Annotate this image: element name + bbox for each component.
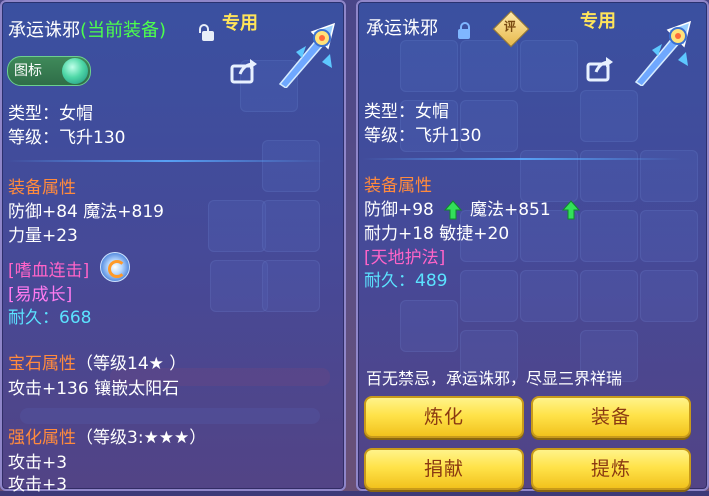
compare-item-name: 承运诛邪 [366,18,438,39]
durability: 耐久：668 [8,307,91,329]
item-type: 类型：女帽 [8,104,93,124]
lock-open-icon[interactable] [199,24,214,41]
durability-label: 耐久： [8,308,59,328]
compare-durability: 耐久：489 [364,270,447,292]
equip-attr-heading: 装备属性 [8,178,76,198]
refine-button[interactable]: 炼化 [364,396,524,438]
up-arrow-icon [562,200,580,220]
compare-attr-line-2: 耐力+18 敏捷+20 [364,224,510,244]
forge-level: （等级3:★★★） [76,428,207,448]
share-icon[interactable] [230,58,258,84]
icon-toggle-label: 图标 [14,63,42,79]
section-divider [362,158,682,160]
special-skill: [嗜血连击] [8,261,90,281]
up-arrow-icon [444,200,462,220]
forge-line-2: 攻击+3 [8,475,68,495]
item-level: 等级：飞升130 [8,128,126,148]
equipped-tag: (当前装备) [80,20,167,41]
equip-button[interactable]: 装备 [531,396,691,438]
donate-button[interactable]: 捐献 [364,448,524,490]
gem-line: 攻击+136 镶嵌太阳石 [8,379,180,399]
durability-value: 668 [59,308,92,328]
item-description: 百无禁忌，承运诛邪，尽显三界祥瑞 [366,369,623,388]
toggle-knob-icon [62,58,88,84]
forge-attr-row: 强化属性（等级3:★★★） [8,427,206,449]
attr-line-2: 力量+23 [8,226,78,246]
forge-line-1: 攻击+3 [8,453,68,473]
extract-button[interactable]: 提炼 [531,448,691,490]
compare-item-level: 等级：飞升130 [364,126,482,146]
skill-icon[interactable] [100,252,130,282]
item-name: 承运诛邪(当前装备) [8,20,167,41]
compare-equip-attr-heading: 装备属性 [364,176,432,196]
compare-durability-value: 489 [415,271,448,291]
icon-toggle[interactable]: 图标 [7,56,91,86]
compare-magic: 魔法+851 [470,200,551,220]
gem-level: （等级14★ ） [76,354,187,374]
weapon-icon [634,20,692,86]
equipped-item-panel: 承运诛邪(当前装备) 专用 图标 类型：女帽 等级：飞升130 装备属性 防御+… [0,0,346,495]
compare-special-skill: [天地护法] [364,248,446,268]
compare-exclusive-tag: 专用 [580,11,616,32]
gem-heading: 宝石属性 [8,354,76,374]
compare-durability-label: 耐久： [364,271,415,291]
lock-icon[interactable] [458,22,470,39]
share-icon[interactable] [586,56,614,82]
special-effect: [易成长] [8,285,73,305]
compare-item-type: 类型：女帽 [364,102,449,122]
gem-attr-row: 宝石属性（等级14★ ） [8,353,186,375]
exclusive-tag: 专用 [222,13,258,34]
compare-defense: 防御+98 [364,200,434,220]
attr-line-1: 防御+84 魔法+819 [8,202,164,222]
section-divider [6,160,326,162]
forge-heading: 强化属性 [8,428,76,448]
weapon-icon [278,22,336,88]
